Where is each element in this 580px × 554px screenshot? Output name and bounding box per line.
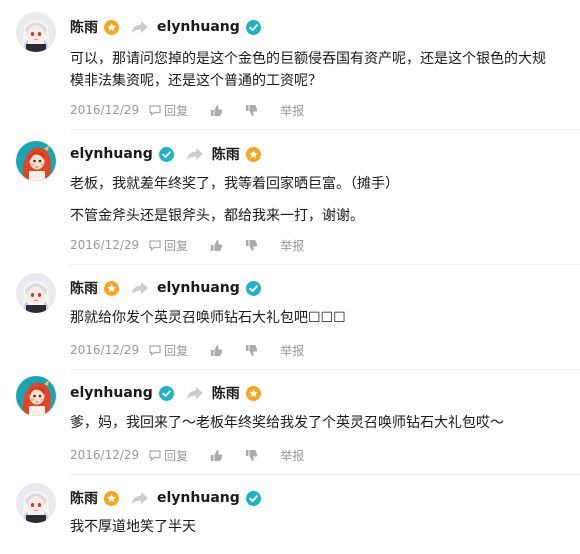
divider [70,129,580,130]
reply-icon [149,240,161,251]
reply-label: 回复 [164,238,189,253]
report-button[interactable]: 举报 [280,237,304,254]
reply-button[interactable]: 回复 [149,447,188,464]
comment-meta: 2016/12/29 回复 举报 [70,237,326,253]
report-label: 举报 [280,103,305,118]
reply-to-name[interactable]: 陈雨 [212,383,240,403]
verified-badge-icon [104,280,119,296]
share-arrow-icon [186,386,204,400]
report-button[interactable]: 举报 [280,102,304,119]
reply-icon [149,450,161,461]
author-name[interactable]: 陈雨 [70,17,98,37]
comment-body: 那就给你发个英灵召唤师钻石大礼包吧☐☐☐ [70,307,556,329]
thumbs-down-icon [246,344,258,356]
author-name[interactable]: 陈雨 [70,278,98,298]
like-button[interactable] [210,344,223,357]
share-arrow-icon [131,281,149,295]
like-button[interactable] [210,104,223,117]
thumbs-up-icon [211,344,223,356]
avatar-chenyu[interactable] [16,273,56,313]
like-button[interactable] [210,239,223,252]
author-name[interactable]: elynhuang [70,146,153,162]
comment-meta: 2016/12/29 回复 举报 [70,447,326,463]
reply-to-name[interactable]: elynhuang [157,19,240,35]
comment-body: 我不厚道地笑了半天 [70,516,556,538]
verified-badge-icon [158,146,174,162]
dislike-button[interactable] [245,239,258,252]
reply-icon [149,105,161,116]
avatar-elynhuang[interactable] [16,141,56,181]
avatar-chenyu[interactable] [16,12,56,52]
comment-header: elynhuang 陈雨 [70,383,261,403]
verified-badge-icon [158,385,174,401]
comment-text: 老板，我就差年终奖了，我等着回家晒巨富。（摊手） [70,176,399,192]
verified-badge-icon [245,280,261,296]
avatar-chenyu[interactable] [16,483,56,523]
comment-header: elynhuang 陈雨 [70,144,261,164]
comment-body: 可以，那请问您掉的是这个金色的巨额侵吞国有资产呢，还是这个银色的大规模非法集资呢… [70,48,556,92]
verified-badge-icon [245,490,261,506]
share-arrow-icon [186,147,204,161]
comment-body: 老板，我就差年终奖了，我等着回家晒巨富。（摊手） 不管金斧头还是银斧头，都给我来… [70,173,556,227]
comment-text: 我不厚道地笑了半天 [70,519,196,535]
author-name[interactable]: elynhuang [70,385,153,401]
share-arrow-icon [131,491,149,505]
divider [70,474,580,475]
comment-header: 陈雨 elynhuang [70,488,261,508]
reply-button[interactable]: 回复 [149,342,188,359]
comment-date: 2016/12/29 [70,238,140,252]
divider [70,369,580,370]
avatar-elynhuang[interactable] [16,376,56,416]
reply-label: 回复 [164,448,189,463]
comment-text: 不管金斧头还是银斧头，都给我来一打，谢谢。 [70,208,364,224]
comment-date: 2016/12/29 [70,343,140,357]
reply-label: 回复 [164,103,189,118]
thumbs-down-icon [246,239,258,251]
comment-text: 可以，那请问您掉的是这个金色的巨额侵吞国有资产呢，还是这个银色的大规模非法集资呢… [70,51,546,89]
reply-label: 回复 [164,343,189,358]
comment-header: 陈雨 elynhuang [70,17,261,37]
reply-icon [149,345,161,356]
comment-date: 2016/12/29 [70,103,140,117]
share-arrow-icon [131,20,149,34]
comment-body: 爹，妈，我回来了～老板年终奖给我发了个英灵召唤师钻石大礼包哎～ [70,412,556,434]
thumbs-up-icon [211,239,223,251]
report-label: 举报 [280,238,305,253]
reply-to-name[interactable]: 陈雨 [212,144,240,164]
thumbs-down-icon [246,104,258,116]
verified-badge-icon [104,490,119,506]
verified-badge-icon [104,19,119,35]
comment-meta: 2016/12/29 回复 举报 [70,342,326,358]
report-button[interactable]: 举报 [280,447,304,464]
dislike-button[interactable] [245,344,258,357]
report-button[interactable]: 举报 [280,342,304,359]
report-label: 举报 [280,343,305,358]
comment-text: 爹，妈，我回来了～老板年终奖给我发了个英灵召唤师钻石大礼包哎～ [70,415,504,431]
divider [70,264,580,265]
reply-button[interactable]: 回复 [149,102,188,119]
verified-badge-icon [245,146,261,162]
like-button[interactable] [210,449,223,462]
comment-text: 那就给你发个英灵召唤师钻石大礼包吧☐☐☐ [70,310,346,326]
reply-button[interactable]: 回复 [149,237,188,254]
reply-to-name[interactable]: elynhuang [157,280,240,296]
comment-meta: 2016/12/29 回复 举报 [70,102,326,118]
comment-header: 陈雨 elynhuang [70,278,261,298]
comment-date: 2016/12/29 [70,448,140,462]
report-label: 举报 [280,448,305,463]
author-name[interactable]: 陈雨 [70,488,98,508]
reply-to-name[interactable]: elynhuang [157,490,240,506]
verified-badge-icon [245,385,261,401]
dislike-button[interactable] [245,104,258,117]
verified-badge-icon [245,19,261,35]
dislike-button[interactable] [245,449,258,462]
thumbs-down-icon [246,449,258,461]
thumbs-up-icon [211,104,223,116]
thumbs-up-icon [211,449,223,461]
